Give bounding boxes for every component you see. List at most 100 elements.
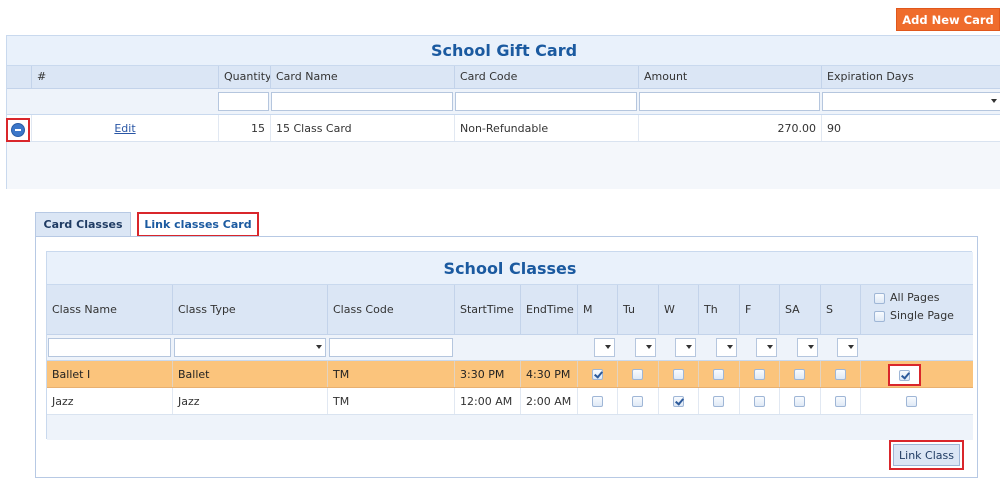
col-header-expiration-days[interactable]: Expiration Days <box>821 66 1000 88</box>
card-code-filter-input[interactable] <box>455 92 637 111</box>
day-checkbox[interactable] <box>835 369 846 380</box>
start-time-cell: 3:30 PM <box>454 361 520 387</box>
add-new-card-button[interactable]: Add New Card <box>896 8 1000 31</box>
class-code-filter-input[interactable] <box>329 338 453 357</box>
chevron-down-icon <box>808 345 814 349</box>
day-checkbox[interactable] <box>794 369 805 380</box>
col-header-friday[interactable]: F <box>739 285 779 334</box>
gift-card-title: School Gift Card <box>7 36 1000 66</box>
tab-card-classes[interactable]: Card Classes <box>35 212 131 237</box>
expiration-days-filter-select[interactable] <box>822 92 1000 111</box>
day-checkbox[interactable] <box>794 396 805 407</box>
day-checkbox[interactable] <box>632 396 643 407</box>
chevron-down-icon <box>605 345 611 349</box>
day-checkbox[interactable] <box>713 396 724 407</box>
col-header-card-name[interactable]: Card Name <box>270 66 454 88</box>
expand-col-header <box>7 66 31 88</box>
link-class-button[interactable]: Link Class <box>893 444 960 466</box>
tab-link-classes-card[interactable]: Link classes Card <box>137 212 259 237</box>
day-checkbox[interactable] <box>673 396 684 407</box>
class-type-cell: Jazz <box>172 388 327 414</box>
classes-grid-footer <box>47 415 973 440</box>
col-header-end-time[interactable]: EndTime <box>520 285 577 334</box>
col-header-amount[interactable]: Amount <box>638 66 821 88</box>
col-header-quantity[interactable]: Quantity <box>218 66 270 88</box>
col-header-card-code[interactable]: Card Code <box>454 66 638 88</box>
classes-header-row: Class Name Class Type Class Code StartTi… <box>47 285 973 335</box>
class-name-filter-input[interactable] <box>48 338 171 357</box>
day-checkbox[interactable] <box>592 396 603 407</box>
amount-filter-input[interactable] <box>639 92 820 111</box>
all-pages-option[interactable]: All Pages <box>866 290 968 308</box>
thursday-filter-select[interactable] <box>716 338 737 357</box>
school-classes-title: School Classes <box>47 252 973 285</box>
link-class-highlight: Link Class <box>889 440 964 470</box>
single-page-option[interactable]: Single Page <box>866 308 968 326</box>
chevron-down-icon <box>727 345 733 349</box>
school-classes-grid: School Classes Class Name Class Type Cla… <box>46 251 973 440</box>
col-header-monday[interactable]: M <box>577 285 617 334</box>
chevron-down-icon <box>848 345 854 349</box>
amount-cell: 270.00 <box>638 115 821 141</box>
all-pages-checkbox[interactable] <box>874 293 885 304</box>
class-type-filter-select[interactable] <box>174 338 326 357</box>
chevron-down-icon <box>991 99 997 103</box>
day-checkbox[interactable] <box>754 369 765 380</box>
class-name-cell: Jazz <box>52 395 74 408</box>
card-name-filter-input[interactable] <box>271 92 453 111</box>
col-header-thursday[interactable]: Th <box>698 285 739 334</box>
start-time-cell: 12:00 AM <box>454 388 520 414</box>
quantity-filter-input[interactable] <box>218 92 269 111</box>
collapse-row-button[interactable] <box>6 118 30 142</box>
col-header-class-type[interactable]: Class Type <box>172 285 327 334</box>
gift-header-row: # Quantity Card Name Card Code Amount Ex… <box>7 66 1000 89</box>
day-checkbox[interactable] <box>673 369 684 380</box>
wednesday-filter-select[interactable] <box>675 338 696 357</box>
day-checkbox[interactable] <box>754 396 765 407</box>
class-code-cell: TM <box>327 388 454 414</box>
class-code-cell: TM <box>327 361 454 387</box>
day-checkbox[interactable] <box>713 369 724 380</box>
chevron-down-icon <box>686 345 692 349</box>
col-header-start-time[interactable]: StartTime <box>454 285 520 334</box>
all-pages-label: All Pages <box>890 291 940 304</box>
card-code-cell: Non-Refundable <box>454 115 638 141</box>
chevron-down-icon <box>646 345 652 349</box>
select-class-checkbox[interactable] <box>906 396 917 407</box>
page-options-header: All Pages Single Page <box>860 285 973 334</box>
classes-filter-row <box>47 335 973 361</box>
end-time-cell: 2:00 AM <box>520 388 577 414</box>
day-checkbox[interactable] <box>835 396 846 407</box>
select-class-checkbox[interactable] <box>899 370 910 381</box>
saturday-filter-select[interactable] <box>797 338 818 357</box>
col-header-tuesday[interactable]: Tu <box>617 285 658 334</box>
col-header-number[interactable]: # <box>31 66 218 88</box>
monday-filter-select[interactable] <box>594 338 615 357</box>
class-type-cell: Ballet <box>172 361 327 387</box>
day-checkbox[interactable] <box>592 369 603 380</box>
col-header-class-code[interactable]: Class Code <box>327 285 454 334</box>
select-class-highlight <box>888 364 921 386</box>
gift-card-grid: School Gift Card # Quantity Card Name Ca… <box>6 35 1000 189</box>
tuesday-filter-select[interactable] <box>635 338 656 357</box>
col-header-wednesday[interactable]: W <box>658 285 698 334</box>
chevron-down-icon <box>767 345 773 349</box>
minus-circle-icon <box>11 123 25 137</box>
table-row[interactable]: Ballet I Ballet TM 3:30 PM 4:30 PM <box>47 361 973 388</box>
table-row[interactable]: Jazz Jazz TM 12:00 AM 2:00 AM <box>47 388 973 415</box>
single-page-label: Single Page <box>890 309 954 322</box>
col-header-saturday[interactable]: SA <box>779 285 820 334</box>
day-checkbox[interactable] <box>632 369 643 380</box>
friday-filter-select[interactable] <box>756 338 777 357</box>
card-name-cell: 15 Class Card <box>270 115 454 141</box>
table-row[interactable]: Edit 15 15 Class Card Non-Refundable 270… <box>7 115 1000 142</box>
col-header-class-name[interactable]: Class Name <box>47 285 172 334</box>
edit-link[interactable]: Edit <box>114 122 135 135</box>
sunday-filter-select[interactable] <box>837 338 858 357</box>
end-time-cell: 4:30 PM <box>520 361 577 387</box>
tab-link-classes-card-label: Link classes Card <box>144 218 252 231</box>
single-page-checkbox[interactable] <box>874 311 885 322</box>
gift-filter-row <box>7 89 1000 115</box>
col-header-sunday[interactable]: S <box>820 285 860 334</box>
expiration-days-cell: 90 <box>821 115 1000 141</box>
